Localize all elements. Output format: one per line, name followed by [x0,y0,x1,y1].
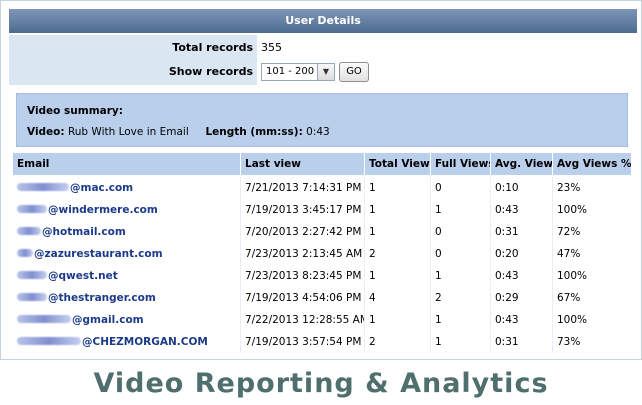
email-domain[interactable]: @gmail.com [72,314,144,326]
redacted-email-user [17,227,41,235]
avg-views-pct-cell: 67% [557,292,581,304]
header-last-view[interactable]: Last view [241,153,365,175]
avg-views-cell: 0:29 [491,287,553,309]
redacted-email-user [17,337,81,345]
table-row: @windermere.com 7/19/2013 3:45:17 PM 1 1… [13,199,631,221]
last-view-cell: 7/23/2013 2:13:45 AM [241,243,365,265]
length-label: Length (mm:ss): [205,126,303,138]
last-view-cell: 7/22/2013 12:28:55 AM [241,309,365,331]
email-cell[interactable]: @mac.com [13,177,241,199]
total-views-cell: 1 [365,199,431,221]
avg-views-pct-cell: 23% [557,182,581,194]
email-domain[interactable]: @CHEZMORGAN.COM [82,336,208,348]
table-row: @gmail.com 7/22/2013 12:28:55 AM 1 1 0:4… [13,309,631,331]
full-views-cell: 2 [431,287,491,309]
redacted-email-user [17,315,71,323]
email-domain[interactable]: @windermere.com [48,204,158,216]
full-views-cell: 1 [431,199,491,221]
redacted-email-user [17,205,47,213]
email-cell[interactable]: @zazurestaurant.com [13,243,241,265]
full-views-cell: 0 [431,221,491,243]
redacted-email-user [17,293,47,301]
total-views-cell: 1 [365,265,431,287]
email-cell[interactable]: @qwest.net [13,265,241,287]
panel-title: User Details [9,9,637,33]
total-views-cell: 2 [365,331,431,353]
go-button[interactable]: GO [339,62,369,82]
avg-views-pct-cell: 100% [557,314,588,326]
total-views-cell: 1 [365,221,431,243]
email-cell[interactable]: @thestranger.com [13,287,241,309]
avg-views-pct-cell: 47% [557,248,581,260]
header-email[interactable]: Email [13,153,241,175]
email-domain[interactable]: @zazurestaurant.com [34,248,163,260]
video-summary: Video summary: Video: Rub With Love in E… [16,93,628,147]
table-row: @CHEZMORGAN.COM 7/19/2013 3:57:54 PM 2 1… [13,331,631,353]
header-full-views[interactable]: Full Views [431,153,491,175]
last-view-cell: 7/19/2013 3:45:17 PM [241,199,365,221]
video-summary-details: Video: Rub With Love in Email Length (mm… [27,126,330,138]
total-views-cell: 1 [365,309,431,331]
table-row: @qwest.net 7/23/2013 8:23:45 PM 1 1 0:43… [13,265,631,287]
email-domain[interactable]: @qwest.net [48,270,118,282]
show-records-row: Show records 101 - 200 ▼ GO [9,59,637,85]
user-details-panel: User Details Total records 355 Show reco… [0,0,642,360]
last-view-cell: 7/23/2013 8:23:45 PM [241,265,365,287]
email-cell[interactable]: @hotmail.com [13,221,241,243]
header-total-views[interactable]: Total Views [365,153,431,175]
chevron-down-icon[interactable]: ▼ [317,64,334,80]
total-records-row: Total records 355 [9,35,637,61]
show-records-label: Show records [9,59,257,85]
table-header: Email Last view Total Views Full Views A… [13,153,631,175]
email-domain[interactable]: @mac.com [70,182,133,194]
total-views-cell: 4 [365,287,431,309]
avg-views-pct-cell: 73% [557,336,581,348]
email-cell[interactable]: @CHEZMORGAN.COM [13,331,241,353]
table-row: @hotmail.com 7/20/2013 2:27:42 PM 1 0 0:… [13,221,631,243]
redacted-email-user [17,249,33,257]
email-cell[interactable]: @windermere.com [13,199,241,221]
total-records-value: 355 [261,41,282,54]
avg-views-pct-cell: 100% [557,270,588,282]
full-views-cell: 1 [431,309,491,331]
redacted-email-user [17,271,47,279]
total-views-cell: 2 [365,243,431,265]
table-row: @zazurestaurant.com 7/23/2013 2:13:45 AM… [13,243,631,265]
total-records-label: Total records [9,35,257,61]
full-views-cell: 1 [431,331,491,353]
header-avg-views[interactable]: Avg. Views [491,153,553,175]
last-view-cell: 7/19/2013 3:57:54 PM [241,331,365,353]
last-view-cell: 7/21/2013 7:14:31 PM [241,177,365,199]
table-row: @thestranger.com 7/19/2013 4:54:06 PM 4 … [13,287,631,309]
avg-views-pct-cell: 72% [557,226,581,238]
avg-views-cell: 0:43 [491,309,553,331]
table-body: @mac.com 7/21/2013 7:14:31 PM 1 0 0:10 2… [13,177,631,357]
avg-views-cell: 0:10 [491,177,553,199]
avg-views-cell: 0:20 [491,243,553,265]
avg-views-cell: 0:31 [491,221,553,243]
last-view-cell: 7/19/2013 4:54:06 PM [241,287,365,309]
full-views-cell: 0 [431,177,491,199]
length-value: 0:43 [306,126,330,138]
full-views-cell: 0 [431,243,491,265]
table-row: @mac.com 7/21/2013 7:14:31 PM 1 0 0:10 2… [13,177,631,199]
records-range-value: 101 - 200 [266,66,315,77]
avg-views-pct-cell: 100% [557,204,588,216]
header-avg-views-pct[interactable]: Avg Views % [553,153,631,175]
total-views-cell: 1 [365,177,431,199]
full-views-cell: 1 [431,265,491,287]
last-view-cell: 7/20/2013 2:27:42 PM [241,221,365,243]
email-domain[interactable]: @thestranger.com [48,292,156,304]
redacted-email-user [17,183,69,191]
video-summary-heading: Video summary: [27,105,123,117]
video-label: Video: [27,126,65,138]
records-range-select[interactable]: 101 - 200 ▼ [261,63,335,81]
video-name: Rub With Love in Email [67,126,189,138]
email-domain[interactable]: @hotmail.com [42,226,126,238]
avg-views-cell: 0:31 [491,331,553,353]
footer-title: Video Reporting & Analytics [93,368,549,399]
avg-views-cell: 0:43 [491,199,553,221]
email-cell[interactable]: @gmail.com [13,309,241,331]
avg-views-cell: 0:43 [491,265,553,287]
